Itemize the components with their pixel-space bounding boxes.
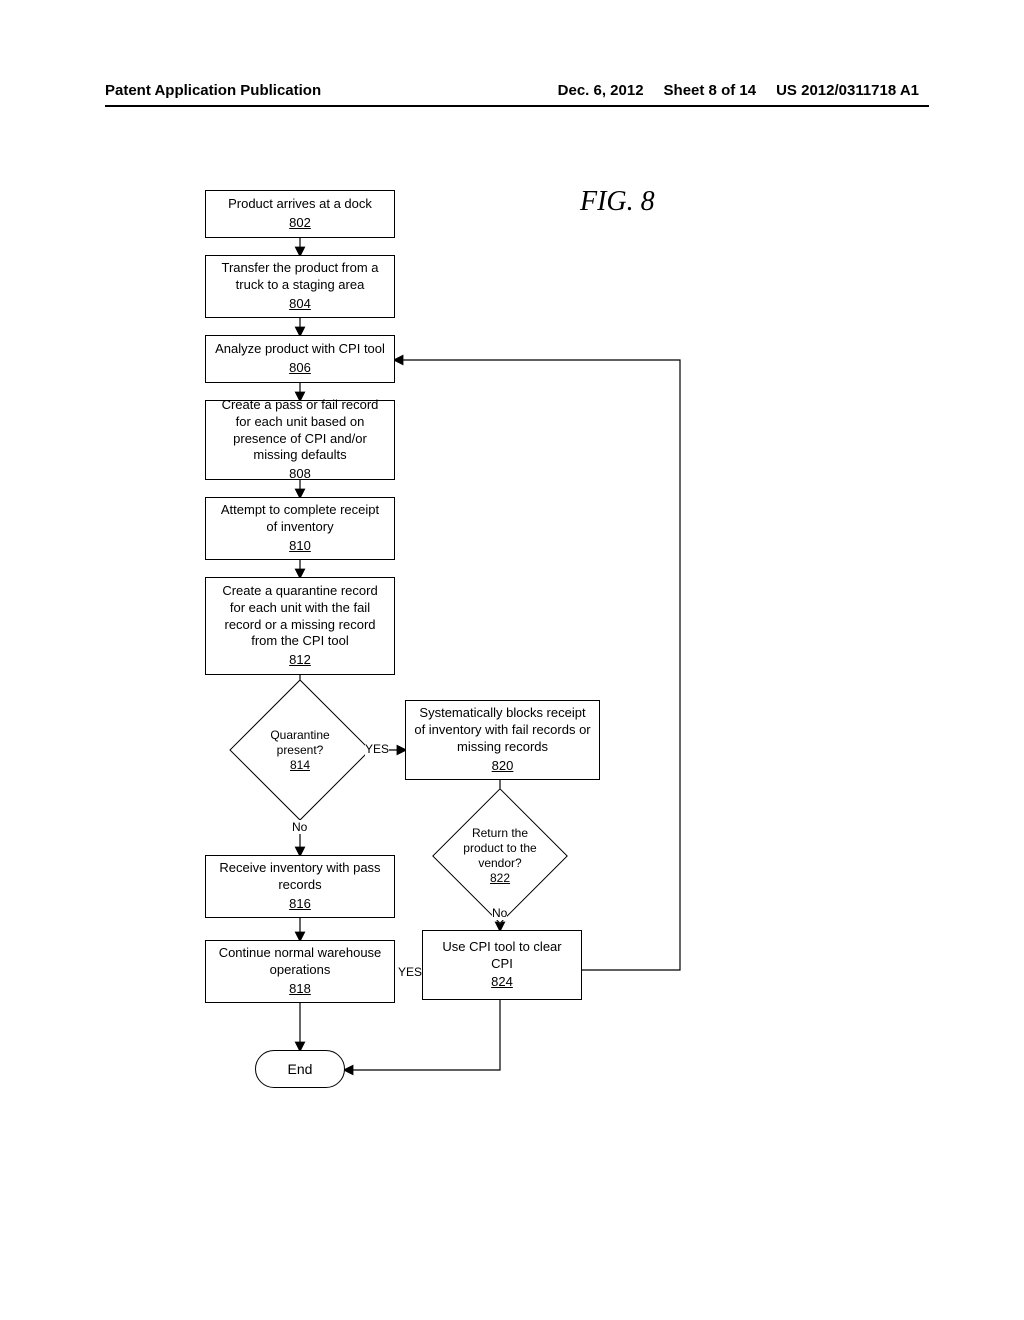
box-804: Transfer the product from a truck to a s… xyxy=(205,255,395,318)
box-818-text: Continue normal warehouse operations xyxy=(214,945,386,979)
box-812-ref: 812 xyxy=(289,652,311,669)
decision-822-ref: 822 xyxy=(490,871,510,885)
terminator-end-text: End xyxy=(288,1061,313,1077)
box-808-text: Create a pass or fail record for each un… xyxy=(214,397,386,465)
box-820: Systematically blocks receipt of invento… xyxy=(405,700,600,780)
box-812-text: Create a quarantine record for each unit… xyxy=(214,583,386,651)
box-810: Attempt to complete receipt of inventory… xyxy=(205,497,395,560)
box-810-text: Attempt to complete receipt of inventory xyxy=(214,502,386,536)
box-804-ref: 804 xyxy=(289,296,311,313)
box-816-text: Receive inventory with pass records xyxy=(214,860,386,894)
box-818-ref: 818 xyxy=(289,981,311,998)
flowchart: Product arrives at a dock 802 Transfer t… xyxy=(200,190,820,1240)
box-824-ref: 824 xyxy=(491,974,513,991)
label-814-no: No xyxy=(292,820,307,834)
box-808: Create a pass or fail record for each un… xyxy=(205,400,395,480)
header-pubno: US 2012/0311718 A1 xyxy=(776,82,919,99)
header-left: Patent Application Publication xyxy=(105,82,321,99)
box-812: Create a quarantine record for each unit… xyxy=(205,577,395,675)
box-816: Receive inventory with pass records 816 xyxy=(205,855,395,918)
box-824-text: Use CPI tool to clear CPI xyxy=(431,939,573,973)
box-808-ref: 808 xyxy=(289,466,311,483)
box-816-ref: 816 xyxy=(289,896,311,913)
box-806-ref: 806 xyxy=(289,360,311,377)
decision-822: Return the product to the vendor? 822 xyxy=(452,808,548,904)
box-802-ref: 802 xyxy=(289,215,311,232)
header-sheet: Sheet 8 of 14 xyxy=(664,82,757,99)
box-820-text: Systematically blocks receipt of invento… xyxy=(414,705,591,756)
label-818-yes: YES xyxy=(398,965,422,979)
decision-814: Quarantine present? 814 xyxy=(250,700,350,800)
decision-822-text: Return the product to the vendor? xyxy=(463,826,536,870)
box-802: Product arrives at a dock 802 xyxy=(205,190,395,238)
header-date: Dec. 6, 2012 xyxy=(558,82,644,99)
header-rule xyxy=(105,105,929,107)
box-804-text: Transfer the product from a truck to a s… xyxy=(214,260,386,294)
terminator-end: End xyxy=(255,1050,345,1088)
box-806: Analyze product with CPI tool 806 xyxy=(205,335,395,383)
box-818: Continue normal warehouse operations 818 xyxy=(205,940,395,1003)
page-header: Patent Application Publication Dec. 6, 2… xyxy=(105,82,919,99)
decision-814-ref: 814 xyxy=(290,758,310,772)
box-802-text: Product arrives at a dock xyxy=(228,196,372,213)
box-820-ref: 820 xyxy=(492,758,514,775)
label-822-no: No xyxy=(492,906,507,920)
decision-814-text: Quarantine present? xyxy=(270,728,329,757)
box-824: Use CPI tool to clear CPI 824 xyxy=(422,930,582,1000)
box-806-text: Analyze product with CPI tool xyxy=(215,341,385,358)
label-814-yes: YES xyxy=(365,742,389,756)
box-810-ref: 810 xyxy=(289,538,311,555)
